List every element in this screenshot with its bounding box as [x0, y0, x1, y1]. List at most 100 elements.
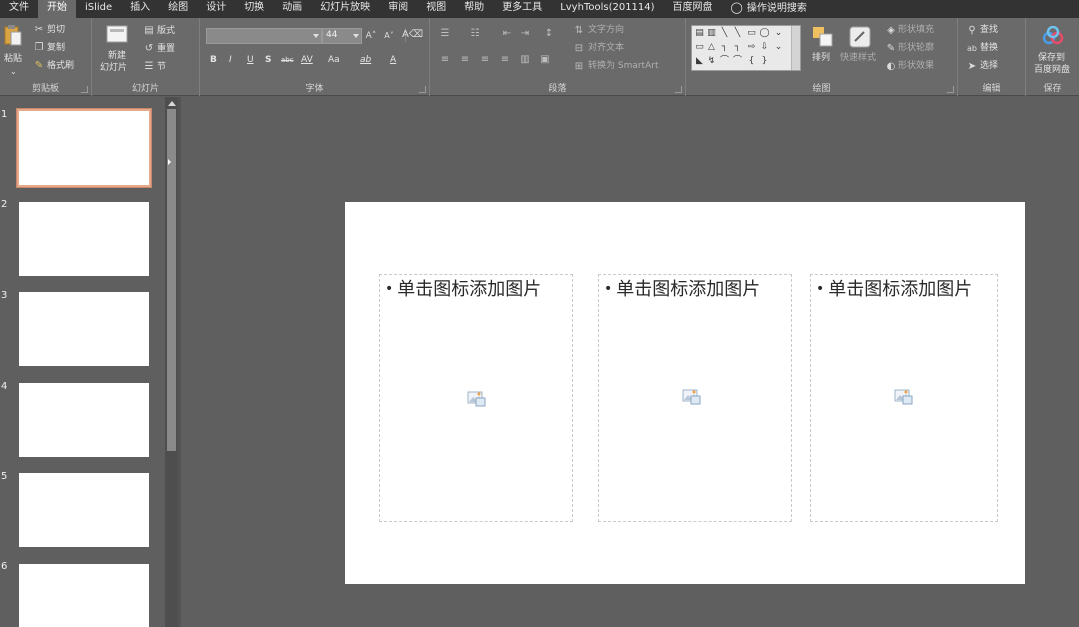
insert-picture-icon[interactable] [467, 390, 487, 408]
layout-button[interactable]: 版式 [157, 26, 175, 37]
save-to-label-2[interactable]: 百度网盘 [1034, 65, 1070, 76]
slide-thumbnail-1[interactable] [16, 108, 152, 188]
quick-styles-button[interactable]: 快速样式 [840, 53, 876, 64]
paragraph-launcher-icon[interactable] [675, 86, 682, 93]
new-slide-label-1[interactable]: 新建 [108, 51, 126, 62]
format-painter-button[interactable]: 格式刷 [47, 61, 74, 72]
decrease-indent-icon[interactable]: ⇤ [500, 28, 514, 40]
font-launcher-icon[interactable] [419, 86, 426, 93]
picture-placeholder-1[interactable]: • 单击图标添加图片 [379, 274, 573, 522]
section-button[interactable]: 节 [157, 62, 166, 73]
right-arrow-icon[interactable]: ⇨ [746, 42, 757, 52]
character-spacing-button[interactable]: AV [301, 55, 313, 66]
highlight-button[interactable]: ab [360, 55, 371, 66]
tab-design[interactable]: 设计 [197, 0, 235, 18]
shape-outline-button[interactable]: 形状轮廓 [898, 43, 934, 54]
tab-more-tools[interactable]: 更多工具 [493, 0, 551, 18]
paragraph-more-icon[interactable]: ▣ [538, 54, 552, 66]
font-color-button[interactable]: A [390, 55, 396, 66]
change-case-button[interactable]: Aa [328, 55, 340, 66]
thumbnail-scrollbar[interactable] [165, 97, 178, 627]
tab-help[interactable]: 帮助 [455, 0, 493, 18]
strikethrough-button[interactable]: abc [281, 55, 294, 66]
tab-animations[interactable]: 动画 [273, 0, 311, 18]
right-brace-icon[interactable]: } [759, 56, 770, 66]
grow-font-icon[interactable]: A˄ [366, 30, 377, 42]
tab-home[interactable]: 开始 [38, 0, 76, 18]
slide-thumbnail-3[interactable] [19, 292, 149, 366]
bullets-icon[interactable]: ☰ [438, 28, 452, 40]
freeform-icon[interactable]: ↯ [706, 56, 717, 66]
text-shadow-button[interactable]: S [265, 55, 271, 66]
triangle-icon[interactable]: △ [706, 42, 717, 52]
picture-placeholder-3[interactable]: • 单击图标添加图片 [810, 274, 998, 522]
new-slide-label-2[interactable]: 幻灯片 [100, 63, 127, 74]
line-2-icon[interactable]: ╲ [732, 28, 743, 38]
convert-smartart-button[interactable]: 转换为 SmartArt [588, 61, 658, 72]
insert-picture-icon[interactable] [894, 388, 914, 406]
shapes-gallery-scroll[interactable] [791, 26, 800, 70]
tab-lvyhtools[interactable]: LvyhTools(201114) [551, 0, 663, 18]
tab-review[interactable]: 审阅 [379, 0, 417, 18]
tab-draw[interactable]: 绘图 [159, 0, 197, 18]
paste-dropdown-icon[interactable]: ⌄ [10, 66, 17, 77]
line-icon[interactable]: ╲ [719, 28, 730, 38]
oval-icon[interactable]: ◯ [759, 28, 770, 38]
tab-transitions[interactable]: 切换 [235, 0, 273, 18]
copy-button[interactable]: 复制 [47, 43, 65, 54]
save-to-label-1[interactable]: 保存到 [1038, 53, 1065, 64]
bold-button[interactable]: B [210, 55, 217, 66]
increase-indent-icon[interactable]: ⇥ [518, 28, 532, 40]
rectangle-icon[interactable]: ▭ [746, 28, 757, 38]
arc-icon[interactable]: ⌒ [719, 56, 730, 66]
align-right-icon[interactable]: ≡ [478, 54, 492, 66]
align-center-icon[interactable]: ≡ [458, 54, 472, 66]
slide-thumbnail-4[interactable] [19, 383, 149, 457]
insert-picture-icon[interactable] [682, 388, 702, 406]
font-name-dropdown[interactable] [206, 28, 322, 44]
picture-placeholder-2[interactable]: • 单击图标添加图片 [598, 274, 792, 522]
clipboard-launcher-icon[interactable] [81, 86, 88, 93]
more-shape-icon[interactable]: ⌄ [773, 28, 784, 38]
tab-slideshow[interactable]: 幻灯片放映 [311, 0, 379, 18]
shape-effects-button[interactable]: 形状效果 [898, 61, 934, 72]
reset-button[interactable]: 重置 [157, 44, 175, 55]
underline-button[interactable]: U [247, 55, 254, 66]
tab-baidu-netdisk[interactable]: 百度网盘 [664, 0, 722, 18]
curve-icon[interactable]: ⌒ [732, 56, 743, 66]
baidu-netdisk-icon[interactable] [1042, 26, 1064, 46]
tab-file[interactable]: 文件 [0, 0, 38, 18]
drawing-launcher-icon[interactable] [947, 86, 954, 93]
align-left-icon[interactable]: ≡ [438, 54, 452, 66]
replace-button[interactable]: 替换 [980, 43, 998, 54]
line-spacing-icon[interactable]: ↕ [542, 28, 556, 40]
arrange-button[interactable]: 排列 [812, 53, 830, 64]
callout-icon[interactable]: ◣ [694, 56, 705, 66]
elbow-arrow-icon[interactable]: ┐ [732, 42, 743, 52]
shapes-gallery[interactable]: ▤ ▥ ╲ ╲ ▭ ◯ ⌄ ▭ △ ┐ ┐ ⇨ ⇩ ⌄ ◣ ↯ ⌒ ⌒ { } [691, 25, 801, 71]
text-box-icon[interactable]: ▤ [694, 28, 705, 38]
slide-thumbnail-2[interactable] [19, 202, 149, 276]
more-shape-2-icon[interactable]: ⌄ [773, 42, 784, 52]
slide-thumbnail-6[interactable] [19, 564, 149, 627]
slide-thumbnail-5[interactable] [19, 473, 149, 547]
tab-view[interactable]: 视图 [417, 0, 455, 18]
down-arrow-icon[interactable]: ⇩ [759, 42, 770, 52]
rectangle-2-icon[interactable]: ▭ [694, 42, 705, 52]
tab-insert[interactable]: 插入 [121, 0, 159, 18]
cut-button[interactable]: 剪切 [47, 25, 65, 36]
slide-canvas[interactable]: • 单击图标添加图片 • 单击图标添加图片 • 单击图标添加图片 [345, 202, 1025, 584]
align-text-button[interactable]: 对齐文本 [588, 43, 624, 54]
pane-splitter[interactable] [178, 97, 181, 627]
justify-icon[interactable]: ≡ [498, 54, 512, 66]
scroll-up-arrow-icon[interactable] [168, 101, 176, 106]
paste-icon[interactable] [4, 24, 22, 46]
columns-icon[interactable]: ▥ [518, 54, 532, 66]
font-size-dropdown[interactable]: 44 [322, 28, 362, 44]
shrink-font-icon[interactable]: A˅ [384, 30, 394, 42]
paste-label[interactable]: 粘贴 [4, 54, 22, 65]
tab-islide[interactable]: iSlide [76, 0, 121, 18]
vertical-text-box-icon[interactable]: ▥ [706, 28, 717, 38]
clear-format-icon[interactable]: A⌫ [402, 28, 423, 42]
numbering-icon[interactable]: ☷ [468, 28, 482, 40]
